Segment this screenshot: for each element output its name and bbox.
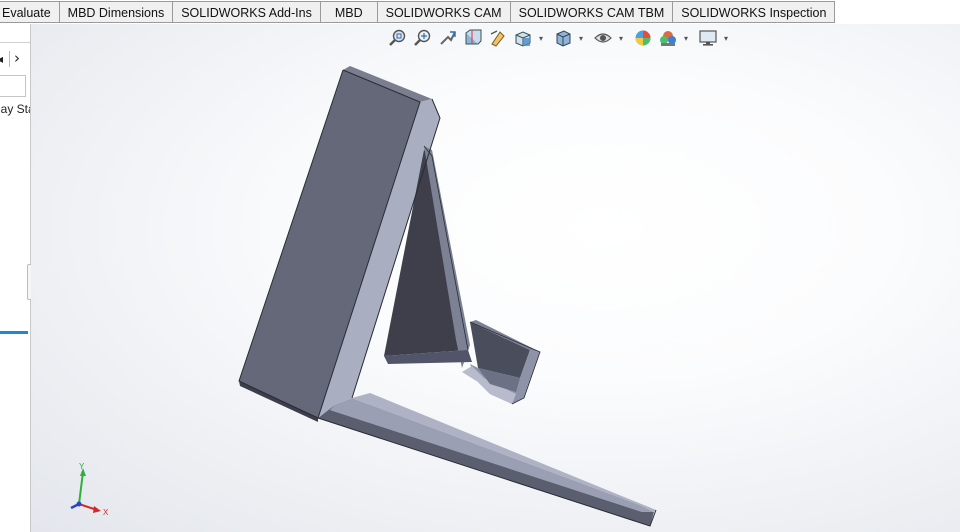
divider bbox=[9, 51, 10, 67]
tab-mbd-dimensions[interactable]: MBD Dimensions bbox=[59, 1, 174, 23]
panel-tab-scroller: ◂ › bbox=[0, 48, 30, 70]
triad-x-label: X bbox=[103, 508, 109, 517]
phone-stand-model[interactable] bbox=[31, 24, 960, 532]
base-plate-top bbox=[330, 398, 654, 512]
display-state-label: lay Sta bbox=[0, 102, 30, 116]
tab-evaluate[interactable]: Evaluate bbox=[0, 1, 60, 23]
panel-accent-bar bbox=[0, 331, 28, 334]
graphics-area[interactable]: ▾ ▾ ▾ ▾ ▾ Y X bbox=[31, 24, 960, 532]
triad-y-label: Y bbox=[79, 462, 85, 471]
chevron-right-icon[interactable]: › bbox=[14, 49, 20, 67]
chevron-left-icon[interactable]: ◂ bbox=[0, 52, 3, 66]
filter-input[interactable] bbox=[0, 75, 26, 97]
tab-solidworks-cam[interactable]: SOLIDWORKS CAM bbox=[377, 1, 511, 23]
panel-header-strip bbox=[0, 24, 30, 43]
tab-solidworks-inspection[interactable]: SOLIDWORKS Inspection bbox=[673, 1, 836, 23]
coordinate-triad: Y X bbox=[70, 462, 109, 517]
tab-solidworks-cam-tbm[interactable]: SOLIDWORKS CAM TBM bbox=[510, 1, 674, 23]
tab-mbd[interactable]: MBD bbox=[320, 1, 378, 23]
tab-solidworks-add-ins[interactable]: SOLIDWORKS Add-Ins bbox=[173, 1, 321, 23]
command-manager-tabs: Evaluate MBD Dimensions SOLIDWORKS Add-I… bbox=[0, 0, 960, 24]
